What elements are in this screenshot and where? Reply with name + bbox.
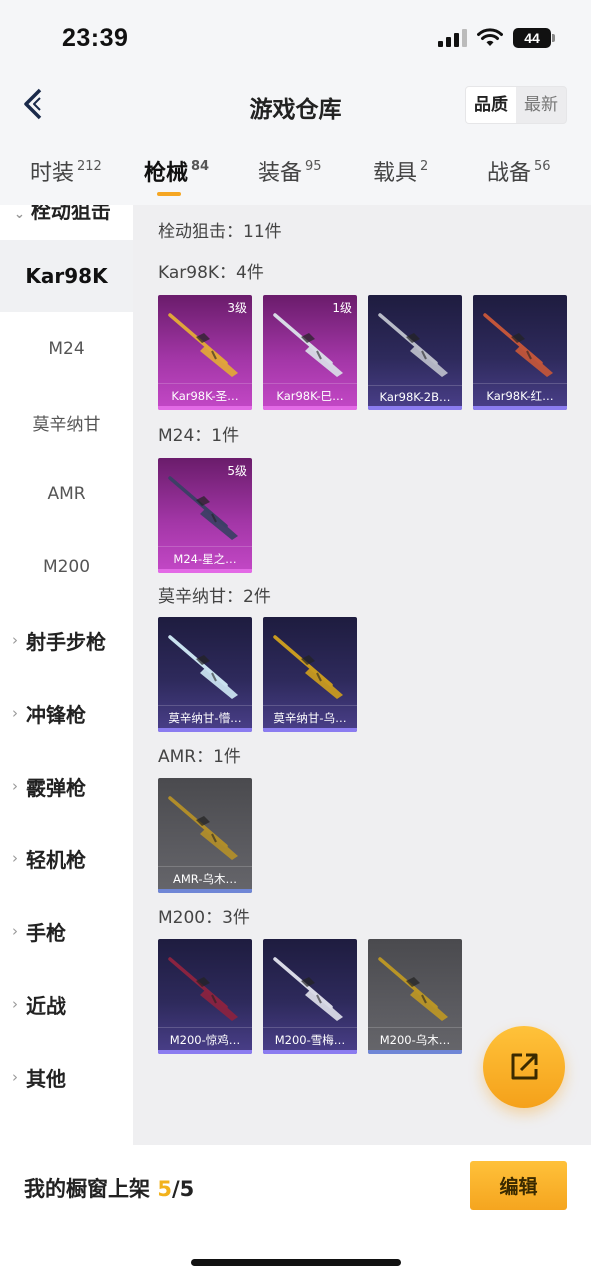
rarity-bar bbox=[263, 728, 357, 732]
share-button[interactable] bbox=[483, 1026, 565, 1108]
showcase-count-current: 5 bbox=[157, 1177, 172, 1201]
rarity-bar bbox=[368, 1050, 462, 1054]
item-level: 1级 bbox=[332, 301, 352, 315]
home-indicator bbox=[191, 1259, 401, 1266]
sidebar-category-bolt-action[interactable]: ⌄ 栓动狙击 bbox=[14, 205, 111, 224]
chevron-right-icon: › bbox=[12, 631, 18, 649]
category-tabs: 时装 212 枪械 84 装备 95 载具 2 战备 56 bbox=[0, 145, 591, 205]
item-name: M200-雪梅… bbox=[263, 1027, 357, 1048]
item-level: 3级 bbox=[227, 301, 247, 315]
sidebar-category-melee[interactable]: › 近战 bbox=[12, 989, 66, 1019]
weapon-card[interactable]: Kar98K-红… bbox=[473, 295, 567, 410]
showcase-status: 我的橱窗上架 5/5 bbox=[24, 1177, 195, 1201]
summary-count: 栓动狙击：11件 bbox=[158, 222, 282, 242]
section-title: Kar98K：4件 bbox=[158, 263, 264, 283]
item-name: Kar98K-巳… bbox=[263, 383, 357, 404]
cellular-signal-icon bbox=[438, 29, 467, 47]
chevron-right-icon: › bbox=[12, 849, 18, 867]
wifi-icon bbox=[477, 28, 503, 46]
header: 游戏仓库 品质 最新 bbox=[0, 80, 591, 130]
sidebar-item-amr[interactable]: AMR bbox=[0, 458, 133, 530]
weapon-card[interactable]: 3级 Kar98K-圣… bbox=[158, 295, 252, 410]
item-grid-area: 栓动狙击：11件 Kar98K：4件 3级 Kar98K-圣… 1级 Kar98K-巳…… bbox=[133, 205, 591, 1145]
chevron-right-icon: › bbox=[12, 777, 18, 795]
tab-outfits[interactable]: 时装 212 bbox=[30, 155, 102, 187]
edit-button[interactable]: 编辑 bbox=[470, 1161, 567, 1210]
section-title: M24：1件 bbox=[158, 426, 240, 446]
rarity-bar bbox=[158, 569, 252, 573]
weapon-card[interactable]: M200-雪梅… bbox=[263, 939, 357, 1054]
sort-newest-button[interactable]: 最新 bbox=[516, 87, 566, 123]
sidebar-item-m200[interactable]: M200 bbox=[0, 531, 133, 603]
sidebar-category-lmg[interactable]: › 轻机枪 bbox=[12, 843, 86, 873]
sidebar-category-dmr[interactable]: › 射手步枪 bbox=[12, 625, 106, 655]
weapon-card[interactable]: 莫辛纳甘-乌… bbox=[263, 617, 357, 732]
rarity-bar bbox=[158, 1050, 252, 1054]
rarity-bar bbox=[473, 406, 567, 410]
rarity-bar bbox=[263, 1050, 357, 1054]
tab-equipment[interactable]: 装备 95 bbox=[258, 155, 322, 187]
rifle-icon bbox=[168, 313, 238, 377]
item-level: 5级 bbox=[227, 464, 247, 478]
status-time: 23:39 bbox=[62, 24, 129, 52]
item-name: Kar98K-红… bbox=[473, 383, 567, 404]
tab-vehicles[interactable]: 载具 2 bbox=[373, 155, 428, 187]
weapon-card[interactable]: 1级 Kar98K-巳… bbox=[263, 295, 357, 410]
status-bar: 23:39 44 bbox=[0, 0, 591, 80]
section-title: M200：3件 bbox=[158, 908, 250, 928]
rifle-icon bbox=[168, 635, 238, 699]
sidebar-category-shotgun[interactable]: › 霰弹枪 bbox=[12, 771, 86, 801]
sidebar: ⌄ 栓动狙击 Kar98K M24 莫辛纳甘 AMR M200 › 射手步枪 › 冲锋… bbox=[0, 205, 133, 1145]
chevron-right-icon: › bbox=[12, 922, 18, 940]
rifle-icon bbox=[273, 957, 343, 1021]
battery-icon: 44 bbox=[513, 28, 555, 48]
weapon-card[interactable]: Kar98K-2B… bbox=[368, 295, 462, 410]
rifle-icon bbox=[483, 313, 553, 377]
showcase-count-total: /5 bbox=[171, 1177, 195, 1201]
tab-guns[interactable]: 枪械 84 bbox=[144, 155, 209, 187]
item-name: Kar98K-2B… bbox=[368, 385, 462, 404]
rifle-icon bbox=[273, 313, 343, 377]
item-name: 莫辛纳甘-乌… bbox=[263, 705, 357, 726]
rarity-bar bbox=[263, 406, 357, 410]
active-tab-indicator bbox=[157, 192, 181, 196]
tab-supplies[interactable]: 战备 56 bbox=[487, 155, 551, 187]
item-name: M200-乌木… bbox=[368, 1027, 462, 1048]
rifle-icon bbox=[168, 796, 238, 860]
section-title: AMR：1件 bbox=[158, 747, 241, 767]
chevron-right-icon: › bbox=[12, 704, 18, 722]
section-title: 莫辛纳甘：2件 bbox=[158, 587, 271, 607]
sidebar-category-smg[interactable]: › 冲锋枪 bbox=[12, 698, 86, 728]
rarity-bar bbox=[158, 728, 252, 732]
rifle-icon bbox=[168, 957, 238, 1021]
weapon-card[interactable]: M200-惊鸡… bbox=[158, 939, 252, 1054]
rifle-icon bbox=[378, 957, 448, 1021]
weapon-card[interactable]: 莫辛纳甘-懵… bbox=[158, 617, 252, 732]
rifle-icon bbox=[273, 635, 343, 699]
weapon-card[interactable]: M200-乌木… bbox=[368, 939, 462, 1054]
item-name: AMR-乌木… bbox=[158, 866, 252, 887]
rarity-bar bbox=[368, 406, 462, 410]
sort-toggle: 品质 最新 bbox=[465, 86, 567, 124]
status-icons: 44 bbox=[438, 28, 555, 48]
rifle-icon bbox=[378, 313, 448, 377]
chevron-right-icon: › bbox=[12, 995, 18, 1013]
share-icon bbox=[511, 1053, 538, 1080]
sidebar-category-other[interactable]: › 其他 bbox=[12, 1062, 66, 1092]
sidebar-item-m24[interactable]: M24 bbox=[0, 313, 133, 385]
weapon-card[interactable]: AMR-乌木… bbox=[158, 778, 252, 893]
item-name: M24-星之… bbox=[158, 546, 252, 567]
rarity-bar bbox=[158, 889, 252, 893]
item-name: 莫辛纳甘-懵… bbox=[158, 705, 252, 726]
sidebar-item-kar98k[interactable]: Kar98K bbox=[0, 240, 133, 312]
weapon-card[interactable]: 5级 M24-星之… bbox=[158, 458, 252, 573]
item-name: Kar98K-圣… bbox=[158, 383, 252, 404]
sort-quality-button[interactable]: 品质 bbox=[466, 87, 516, 123]
rarity-bar bbox=[158, 406, 252, 410]
rifle-icon bbox=[168, 476, 238, 540]
item-name: M200-惊鸡… bbox=[158, 1027, 252, 1048]
sidebar-category-pistol[interactable]: › 手枪 bbox=[12, 916, 66, 946]
chevron-right-icon: › bbox=[12, 1068, 18, 1086]
sidebar-item-mosin[interactable]: 莫辛纳甘 bbox=[0, 386, 133, 458]
